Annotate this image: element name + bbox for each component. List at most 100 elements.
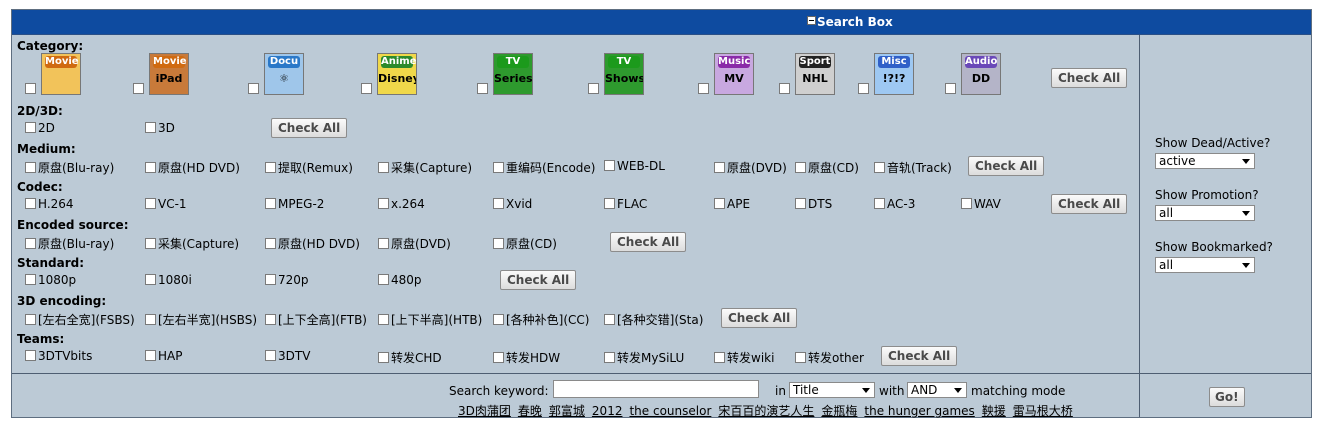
enc3d-checkbox[interactable] xyxy=(25,314,36,325)
standard-checkbox[interactable] xyxy=(378,274,389,285)
codec-option[interactable]: Xvid xyxy=(493,197,532,211)
encoded-option[interactable]: 原盘(CD) xyxy=(493,235,557,252)
teams-checkbox[interactable] xyxy=(493,352,504,363)
codec-checkbox[interactable] xyxy=(378,198,389,209)
codec-option[interactable]: WAV xyxy=(961,197,1001,211)
standard-option[interactable]: 480p xyxy=(378,273,422,287)
teams-option[interactable]: 转发MySiLU xyxy=(604,349,684,366)
category-checkbox[interactable] xyxy=(361,83,372,94)
medium-checkbox[interactable] xyxy=(874,162,885,173)
teams-option[interactable]: 转发wiki xyxy=(714,349,774,366)
category-checkbox[interactable] xyxy=(25,83,36,94)
search-keyword-input[interactable] xyxy=(553,380,759,398)
category-check-all-button[interactable]: Check All xyxy=(1051,68,1128,88)
medium-option[interactable]: 原盘(DVD) xyxy=(714,159,787,176)
encoded-checkbox[interactable] xyxy=(145,238,156,249)
hot-search-link[interactable]: the hunger games xyxy=(864,404,974,418)
medium-option[interactable]: 原盘(HD DVD) xyxy=(145,159,240,176)
teams-checkbox[interactable] xyxy=(604,352,615,363)
codec-checkbox[interactable] xyxy=(604,198,615,209)
category-checkbox[interactable] xyxy=(477,83,488,94)
teams-option[interactable]: 转发HDW xyxy=(493,349,560,366)
medium-checkbox[interactable] xyxy=(493,162,504,173)
codec-checkbox[interactable] xyxy=(493,198,504,209)
search-box-header[interactable]: Search Box xyxy=(12,10,1311,35)
codec-checkbox[interactable] xyxy=(961,198,972,209)
codec-option[interactable]: FLAC xyxy=(604,197,647,211)
standard-checkbox[interactable] xyxy=(25,274,36,285)
hot-search-link[interactable]: 鞅援 xyxy=(982,404,1006,418)
teams-checkbox[interactable] xyxy=(378,352,389,363)
enc3d-option[interactable]: [左右半宽](HSBS) xyxy=(145,311,257,328)
anime-category-icon[interactable]: Anime Disney xyxy=(377,53,417,95)
encoded-checkbox[interactable] xyxy=(25,238,36,249)
medium-checkbox[interactable] xyxy=(714,162,725,173)
encoded-check-all-button[interactable]: Check All xyxy=(610,232,687,252)
hot-search-link[interactable]: 金瓶梅 xyxy=(821,404,857,418)
medium-option[interactable]: WEB-DL xyxy=(604,159,665,173)
hot-search-link[interactable]: 春晚 xyxy=(518,404,542,418)
category-checkbox[interactable] xyxy=(248,83,259,94)
medium-checkbox[interactable] xyxy=(145,162,156,173)
tv-shows-category-icon[interactable]: TV Shows xyxy=(604,53,644,95)
medium-checkbox[interactable] xyxy=(265,162,276,173)
category-checkbox[interactable] xyxy=(779,83,790,94)
collapse-icon[interactable] xyxy=(807,16,816,25)
teams-option[interactable]: 3DTV xyxy=(265,349,310,363)
enc3d-checkbox[interactable] xyxy=(145,314,156,325)
enc3d-option[interactable]: [上下半高](HTB) xyxy=(378,311,482,328)
enc3d-option[interactable]: [各种补色](CC) xyxy=(493,311,590,328)
music-category-icon[interactable]: Music MV xyxy=(714,53,754,95)
medium-option[interactable]: 原盘(Blu-ray) xyxy=(25,159,114,176)
encoded-option[interactable]: 原盘(HD DVD) xyxy=(265,235,360,252)
codec-checkbox[interactable] xyxy=(265,198,276,209)
codec-option[interactable]: MPEG-2 xyxy=(265,197,324,211)
search-area-select[interactable]: Title xyxy=(789,382,875,398)
encoded-option[interactable]: 原盘(Blu-ray) xyxy=(25,235,114,252)
codec-option[interactable]: DTS xyxy=(795,197,832,211)
teams-option[interactable]: 转发other xyxy=(795,349,864,366)
codec-option[interactable]: AC-3 xyxy=(874,197,915,211)
codec-checkbox[interactable] xyxy=(874,198,885,209)
enc3d-checkbox[interactable] xyxy=(265,314,276,325)
bookmarked-select[interactable]: all xyxy=(1155,257,1255,273)
movie-bluray-category-icon[interactable]: Movie xyxy=(41,53,81,95)
category-checkbox[interactable] xyxy=(945,83,956,94)
encoded-checkbox[interactable] xyxy=(265,238,276,249)
medium-checkbox[interactable] xyxy=(795,162,806,173)
teams-checkbox[interactable] xyxy=(795,352,806,363)
dim-option[interactable]: 2D xyxy=(25,121,55,135)
standard-checkbox[interactable] xyxy=(145,274,156,285)
search-mode-select[interactable]: AND xyxy=(907,382,967,398)
medium-option[interactable]: 原盘(CD) xyxy=(795,159,859,176)
hot-search-link[interactable]: 宋百百的演艺人生 xyxy=(718,404,814,418)
encoded-option[interactable]: 采集(Capture) xyxy=(145,235,239,252)
codec-checkbox[interactable] xyxy=(795,198,806,209)
dim-check-all-button[interactable]: Check All xyxy=(271,118,348,138)
codec-option[interactable]: APE xyxy=(714,197,750,211)
teams-checkbox[interactable] xyxy=(265,350,276,361)
codec-checkbox[interactable] xyxy=(714,198,725,209)
teams-checkbox[interactable] xyxy=(714,352,725,363)
dead-active-select[interactable]: active xyxy=(1155,153,1255,169)
enc3d-check-all-button[interactable]: Check All xyxy=(721,308,798,328)
codec-check-all-button[interactable]: Check All xyxy=(1051,194,1128,214)
standard-check-all-button[interactable]: Check All xyxy=(500,270,577,290)
medium-option[interactable]: 重编码(Encode) xyxy=(493,159,596,176)
enc3d-option[interactable]: [各种交错](Sta) xyxy=(604,311,703,328)
enc3d-option[interactable]: [左右全宽](FSBS) xyxy=(25,311,135,328)
codec-option[interactable]: VC-1 xyxy=(145,197,187,211)
standard-option[interactable]: 1080p xyxy=(25,273,76,287)
hot-search-link[interactable]: 雷马根大桥 xyxy=(1013,404,1073,418)
dim-option[interactable]: 3D xyxy=(145,121,175,135)
enc3d-checkbox[interactable] xyxy=(378,314,389,325)
audio-category-icon[interactable]: Audio DD xyxy=(961,53,1001,95)
movie-ipad-category-icon[interactable]: Movie iPad xyxy=(149,53,189,95)
tv-series-category-icon[interactable]: TV Series xyxy=(493,53,533,95)
enc3d-checkbox[interactable] xyxy=(493,314,504,325)
enc3d-option[interactable]: [上下全高](FTB) xyxy=(265,311,367,328)
misc-category-icon[interactable]: Misc!?!? xyxy=(874,53,914,95)
teams-check-all-button[interactable]: Check All xyxy=(881,346,958,366)
medium-checkbox[interactable] xyxy=(378,162,389,173)
encoded-checkbox[interactable] xyxy=(493,238,504,249)
